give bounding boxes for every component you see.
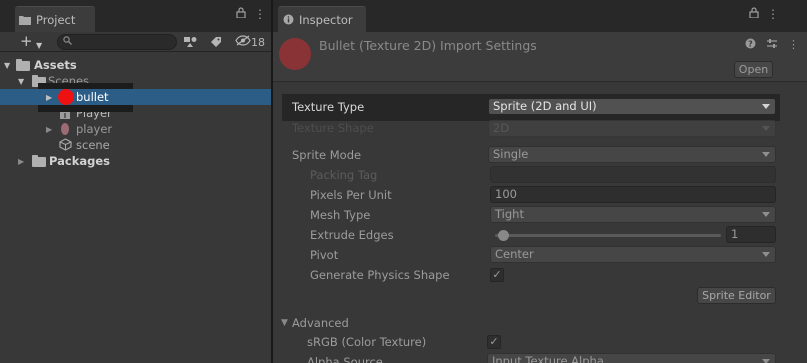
info-icon [282, 14, 294, 26]
add-button[interactable]: + ▼ [20, 32, 46, 51]
chevron-down-icon: ▼ [36, 41, 43, 50]
project-toolbar: + ▼ 18 [0, 32, 271, 52]
svg-text:?: ? [748, 40, 753, 49]
plus-icon: + [20, 32, 33, 50]
project-tabbar: Project ⋮ [0, 0, 271, 32]
search-input[interactable] [57, 34, 177, 50]
advanced-section-label[interactable]: Advanced [292, 315, 349, 331]
pixels-per-unit-field[interactable]: 100 [490, 186, 776, 203]
expanded-arrow-icon[interactable]: ▼ [18, 73, 28, 89]
highlight-marker [58, 89, 74, 105]
tree-item-label: player [76, 122, 113, 136]
mesh-type-label: Mesh Type [310, 208, 371, 222]
expanded-arrow-icon[interactable]: ▼ [4, 57, 14, 73]
tree-item-label: scene [76, 138, 110, 152]
tab-project-label: Project [36, 12, 76, 27]
chevron-down-icon [762, 252, 770, 257]
hidden-packages-toggle[interactable]: 18 [235, 34, 265, 50]
tree-item-label: Packages [49, 154, 110, 168]
mesh-type-dropdown[interactable]: Tight [490, 206, 776, 223]
search-by-type-icon[interactable] [184, 34, 198, 50]
extrude-edges-label: Extrude Edges [310, 228, 394, 242]
chevron-down-icon [762, 104, 770, 109]
search-by-label-icon[interactable] [210, 34, 222, 50]
chevron-down-icon [762, 212, 770, 217]
tree-item-assets[interactable]: ▼ Assets [0, 57, 271, 73]
sprite-mode-label: Sprite Mode [292, 148, 362, 162]
selection-shadow-band [38, 83, 133, 89]
srgb-checkbox[interactable]: ✓ [487, 335, 501, 349]
sprite-mode-dropdown[interactable]: Single [488, 146, 776, 163]
tab-inspector-label: Inspector [299, 12, 353, 27]
tree-item-bullet[interactable]: ▶ bullet [0, 89, 271, 105]
generate-physics-label: Generate Physics Shape [310, 268, 450, 282]
inspector-header: Bullet (Texture 2D) Import Settings ? ⋮ … [273, 32, 807, 82]
kebab-menu-icon[interactable]: ⋮ [254, 7, 266, 21]
inspector-tabbar: Inspector ⋮ [273, 0, 807, 32]
texture-type-dropdown[interactable]: Sprite (2D and UI) [488, 98, 776, 115]
folder-icon [19, 14, 31, 26]
extrude-edges-field[interactable]: 1 [726, 226, 776, 243]
inspector-title: Bullet (Texture 2D) Import Settings [319, 38, 537, 53]
collapsed-arrow-icon[interactable]: ▶ [46, 121, 56, 137]
chevron-down-icon [762, 359, 770, 363]
tab-project[interactable]: Project [15, 6, 95, 32]
lock-icon[interactable] [749, 7, 759, 21]
texture-shape-label: Texture Shape [292, 121, 374, 135]
tab-inspector[interactable]: Inspector [278, 6, 366, 32]
expanded-arrow-icon[interactable]: ▼ [281, 318, 288, 328]
alpha-source-label: Alpha Source [307, 355, 383, 363]
help-icon[interactable]: ? [745, 38, 756, 52]
tree-item-packages[interactable]: ▶ Packages [0, 153, 271, 169]
texture-type-label: Texture Type [292, 100, 365, 114]
selection-shadow-band [38, 105, 133, 112]
asset-thumbnail [279, 38, 311, 70]
project-panel: Project ⋮ + ▼ 18 ▼ Assets ▼ Scenes ▶ bul… [0, 0, 271, 363]
collapsed-arrow-icon[interactable]: ▶ [18, 153, 28, 169]
sprite-icon [60, 122, 74, 136]
extrude-edges-slider-thumb[interactable] [498, 230, 509, 241]
hidden-count: 18 [251, 35, 265, 49]
pivot-label: Pivot [310, 248, 339, 262]
open-button[interactable]: Open [734, 61, 773, 78]
checkmark-icon: ✓ [489, 335, 499, 348]
unity-scene-icon [59, 138, 73, 152]
preset-icon[interactable] [766, 38, 778, 52]
tree-item-scene[interactable]: scene [0, 137, 271, 153]
tree-item-label: bullet [76, 90, 109, 104]
extrude-edges-slider-track[interactable] [495, 234, 721, 237]
folder-icon [32, 154, 46, 168]
sprite-editor-button[interactable]: Sprite Editor [697, 287, 776, 304]
packing-tag-field [490, 166, 776, 183]
generate-physics-checkbox[interactable]: ✓ [490, 268, 504, 282]
chevron-down-icon [762, 152, 770, 157]
alpha-source-dropdown[interactable]: Input Texture Alpha [487, 353, 776, 363]
tree-item-label: Assets [34, 58, 77, 72]
collapsed-arrow-icon[interactable]: ▶ [46, 89, 56, 105]
lock-icon[interactable] [236, 7, 246, 21]
checkmark-icon: ✓ [492, 268, 502, 281]
packing-tag-label: Packing Tag [310, 168, 378, 182]
texture-shape-dropdown: 2D [488, 120, 776, 137]
search-icon [63, 36, 72, 48]
pivot-dropdown[interactable]: Center [490, 246, 776, 263]
pixels-per-unit-label: Pixels Per Unit [310, 188, 392, 202]
chevron-down-icon [762, 126, 770, 131]
kebab-menu-icon[interactable]: ⋮ [767, 7, 779, 21]
folder-icon [16, 58, 30, 72]
kebab-menu-icon[interactable]: ⋮ [788, 38, 799, 52]
eye-slash-icon [235, 35, 251, 49]
srgb-label: sRGB (Color Texture) [307, 335, 427, 349]
tree-item-player-sprite[interactable]: ▶ player [0, 121, 271, 137]
